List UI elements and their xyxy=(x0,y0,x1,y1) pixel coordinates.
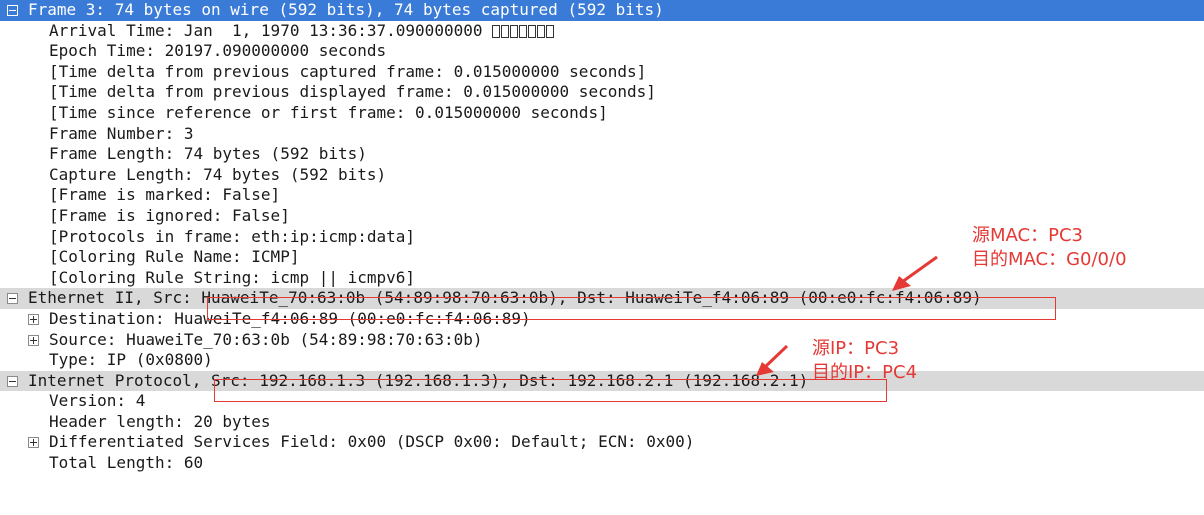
frame-summary: Frame 3: 74 bytes on wire (592 bits), 74… xyxy=(28,0,664,19)
eth-source-text: Source: HuaweiTe_70:63:0b (54:89:98:70:6… xyxy=(49,329,483,349)
ip-version-text: Version: 4 xyxy=(49,391,146,411)
ip-dsf-text: Differentiated Services Field: 0x00 (DSC… xyxy=(49,432,695,452)
mac-highlight-box xyxy=(207,297,1056,320)
time-since-ref-row[interactable]: [Time since reference or first frame: 0.… xyxy=(0,103,1204,124)
epoch-time-row[interactable]: Epoch Time: 20197.090000000 seconds xyxy=(0,41,1204,62)
delta-displayed-text: [Time delta from previous displayed fram… xyxy=(49,82,656,102)
expand-icon[interactable] xyxy=(28,437,39,449)
collapse-icon[interactable] xyxy=(7,375,18,387)
protocols-text: [Protocols in frame: eth:ip:icmp:data] xyxy=(49,226,416,246)
collapse-icon[interactable] xyxy=(7,5,18,16)
delta-displayed-row[interactable]: [Time delta from previous displayed fram… xyxy=(0,82,1204,103)
epoch-time-text: Epoch Time: 20197.090000000 seconds xyxy=(49,41,387,61)
frame-marked-text: [Frame is marked: False] xyxy=(49,185,281,205)
ip-prefix: Internet Protocol, xyxy=(28,370,212,390)
capture-length-text: Capture Length: 74 bytes (592 bits) xyxy=(49,164,387,184)
ip-dst-annotation: 目的IP：PC4 xyxy=(812,362,918,383)
delta-captured-text: [Time delta from previous captured frame… xyxy=(49,61,647,81)
ip-highlight-box xyxy=(214,379,887,402)
ip-src-annotation: 源IP：PC3 xyxy=(812,338,900,359)
expand-icon[interactable] xyxy=(28,313,39,325)
ip-total-length-text: Total Length: 60 xyxy=(49,453,204,473)
eth-type-row[interactable]: Type: IP (0x0800) xyxy=(0,350,1204,371)
delta-captured-row[interactable]: [Time delta from previous captured frame… xyxy=(0,62,1204,83)
ip-header-length-text: Header length: 20 bytes xyxy=(49,411,271,431)
arrival-time-row[interactable]: Arrival Time: Jan 1, 1970 13:36:37.09000… xyxy=(0,21,1204,42)
ip-dsf-row[interactable]: Differentiated Services Field: 0x00 (DSC… xyxy=(0,432,1204,453)
ip-total-length-row[interactable]: Total Length: 60 xyxy=(0,453,1204,474)
coloring-name-text: [Coloring Rule Name: ICMP] xyxy=(49,247,300,267)
capture-length-row[interactable]: Capture Length: 74 bytes (592 bits) xyxy=(0,165,1204,186)
eth-type-text: Type: IP (0x0800) xyxy=(49,350,213,370)
expand-icon[interactable] xyxy=(28,334,39,346)
ethernet-prefix: Ethernet II, Src: xyxy=(28,288,202,308)
frame-number-text: Frame Number: 3 xyxy=(49,123,194,143)
unrenderable-glyphs-icon xyxy=(492,21,555,40)
mac-src-annotation: 源MAC：PC3 xyxy=(972,225,1083,246)
frame-marked-row[interactable]: [Frame is marked: False] xyxy=(0,185,1204,206)
frame-ignored-text: [Frame is ignored: False] xyxy=(49,205,290,225)
ip-header-length-row[interactable]: Header length: 20 bytes xyxy=(0,412,1204,433)
frame-length-text: Frame Length: 74 bytes (592 bits) xyxy=(49,144,367,164)
time-since-ref-text: [Time since reference or first frame: 0.… xyxy=(49,102,608,122)
coloring-string-text: [Coloring Rule String: icmp || icmpv6] xyxy=(49,267,416,287)
arrival-time-text: Arrival Time: Jan 1, 1970 13:36:37.09000… xyxy=(49,20,483,40)
frame-number-row[interactable]: Frame Number: 3 xyxy=(0,124,1204,145)
collapse-icon[interactable] xyxy=(7,293,18,305)
frame-row[interactable]: Frame 3: 74 bytes on wire (592 bits), 74… xyxy=(0,0,1204,21)
frame-length-row[interactable]: Frame Length: 74 bytes (592 bits) xyxy=(0,144,1204,165)
eth-source-row[interactable]: Source: HuaweiTe_70:63:0b (54:89:98:70:6… xyxy=(0,330,1204,351)
mac-dst-annotation: 目的MAC：G0/0/0 xyxy=(972,249,1127,270)
